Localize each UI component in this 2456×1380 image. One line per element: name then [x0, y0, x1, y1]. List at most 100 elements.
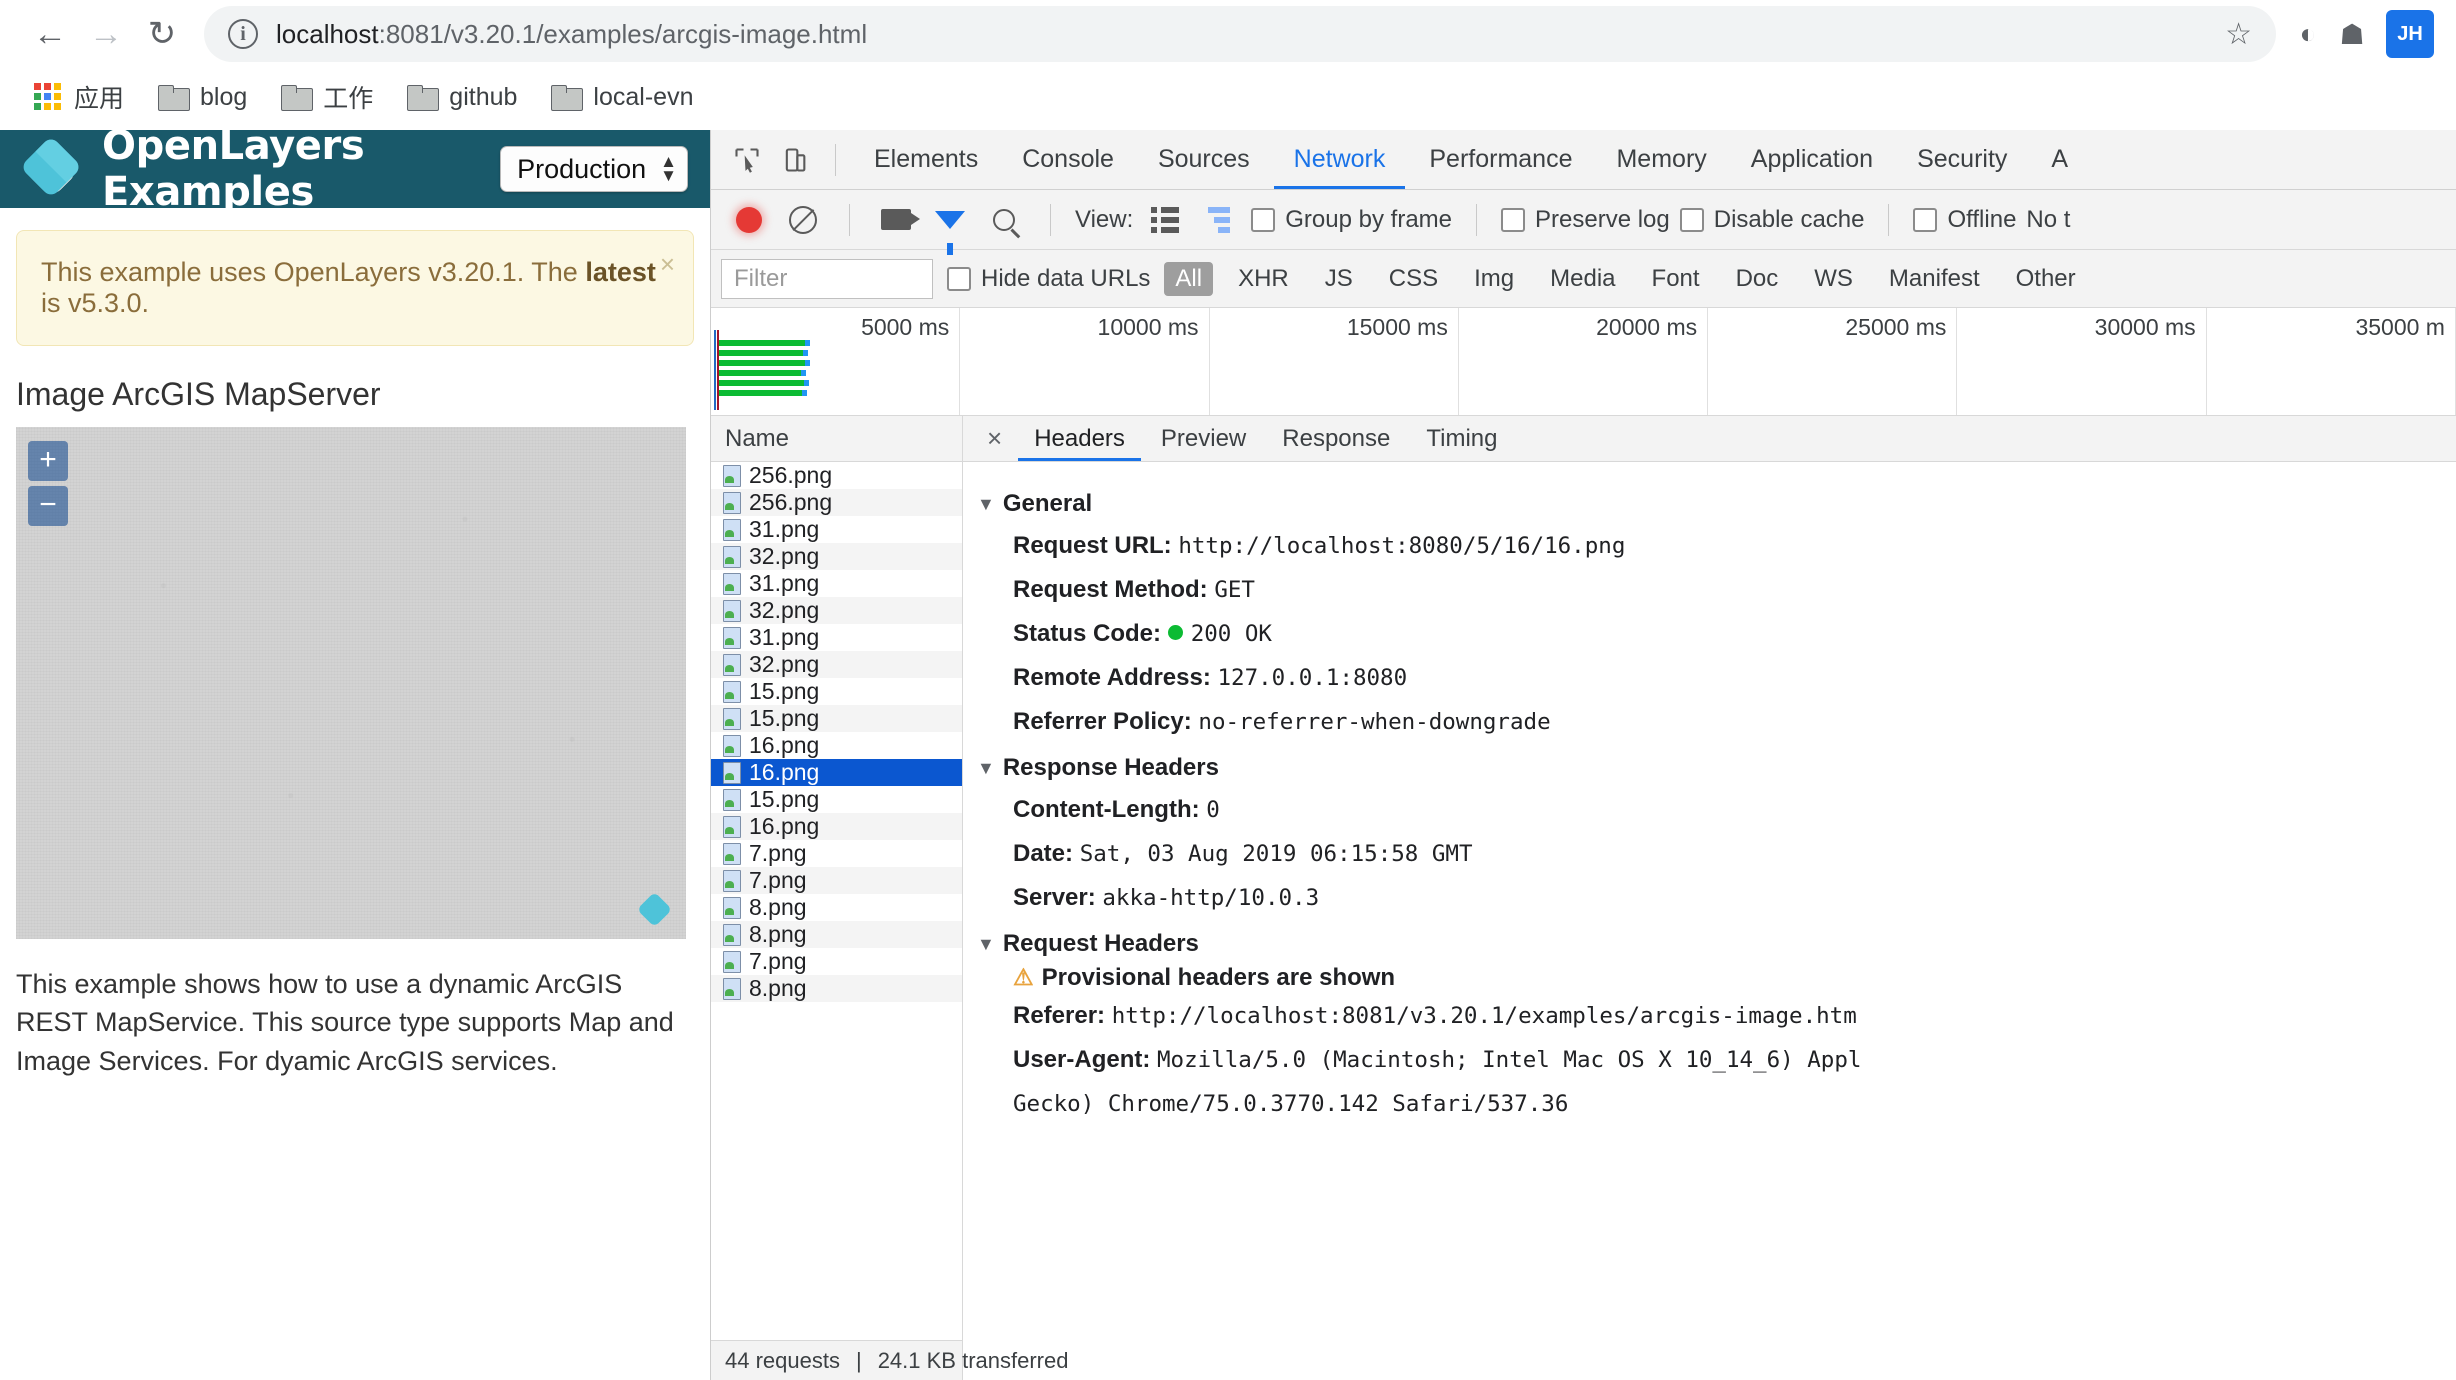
tab-audits[interactable]: A: [2031, 131, 2088, 189]
type-filter-ws[interactable]: WS: [1803, 262, 1864, 296]
search-icon[interactable]: [982, 198, 1026, 242]
banner-latest-link[interactable]: latest: [585, 257, 656, 287]
address-bar[interactable]: i localhost:8081/v3.20.1/examples/arcgis…: [204, 6, 2276, 62]
request-row[interactable]: 15.png: [711, 786, 962, 813]
type-filter-font[interactable]: Font: [1641, 262, 1711, 296]
headers-section-title[interactable]: ▼Request Headers: [977, 930, 2456, 958]
tab-response[interactable]: Response: [1266, 416, 1406, 461]
group-by-frame-checkbox[interactable]: Group by frame: [1251, 206, 1452, 234]
tab-application[interactable]: Application: [1731, 131, 1893, 189]
request-row[interactable]: 256.png: [711, 462, 962, 489]
tab-performance[interactable]: Performance: [1409, 131, 1592, 189]
throttling-label[interactable]: No t: [2026, 206, 2070, 234]
overview-tick: 25000 ms: [1708, 308, 1957, 415]
request-row[interactable]: 16.png: [711, 759, 962, 786]
request-row[interactable]: 31.png: [711, 624, 962, 651]
version-select-value: Production: [517, 154, 646, 185]
request-row[interactable]: 15.png: [711, 705, 962, 732]
star-icon[interactable]: ☆: [2225, 17, 2252, 52]
request-name: 7.png: [749, 948, 807, 975]
filter-input[interactable]: Filter: [721, 259, 933, 299]
image-file-icon: [721, 627, 741, 649]
type-filter-img[interactable]: Img: [1463, 262, 1525, 296]
request-row[interactable]: 31.png: [711, 570, 962, 597]
request-row[interactable]: 7.png: [711, 867, 962, 894]
funnel-icon[interactable]: [928, 198, 972, 242]
tab-preview[interactable]: Preview: [1145, 416, 1262, 461]
request-list: Name 256.png256.png31.png32.png31.png32.…: [711, 416, 963, 1380]
request-name: 32.png: [749, 543, 819, 570]
waterfall-view-icon[interactable]: [1197, 198, 1241, 242]
extension-icon-1[interactable]: ◐: [2286, 12, 2330, 56]
hide-data-urls-checkbox[interactable]: Hide data URLs: [947, 265, 1150, 293]
request-row[interactable]: 7.png: [711, 840, 962, 867]
type-filter-css[interactable]: CSS: [1378, 262, 1449, 296]
column-header-name[interactable]: Name: [711, 416, 962, 462]
preserve-log-checkbox[interactable]: Preserve log: [1501, 206, 1670, 234]
request-row[interactable]: 32.png: [711, 543, 962, 570]
tab-network[interactable]: Network: [1274, 131, 1406, 189]
type-filter-media[interactable]: Media: [1539, 262, 1626, 296]
request-row[interactable]: 8.png: [711, 894, 962, 921]
tab-memory[interactable]: Memory: [1596, 131, 1726, 189]
type-filter-other[interactable]: Other: [2005, 262, 2087, 296]
type-filter-xhr[interactable]: XHR: [1227, 262, 1300, 296]
avatar[interactable]: JH: [2386, 10, 2434, 58]
record-button-icon[interactable]: [727, 198, 771, 242]
zoom-out-button[interactable]: −: [28, 486, 68, 526]
section-label: General: [1003, 490, 1092, 518]
header-value: http://localhost:8081/v3.20.1/examples/a…: [1112, 1003, 1857, 1029]
request-row[interactable]: 15.png: [711, 678, 962, 705]
reload-icon[interactable]: ↻: [134, 6, 190, 62]
tab-sources[interactable]: Sources: [1138, 131, 1270, 189]
forward-arrow-icon[interactable]: →: [78, 6, 134, 62]
zoom-in-button[interactable]: +: [28, 441, 68, 481]
map-canvas[interactable]: + −: [16, 427, 686, 939]
bookmark-github[interactable]: github: [393, 77, 531, 118]
request-row[interactable]: 16.png: [711, 813, 962, 840]
disable-cache-checkbox[interactable]: Disable cache: [1680, 206, 1865, 234]
tab-console[interactable]: Console: [1002, 131, 1134, 189]
type-filter-manifest[interactable]: Manifest: [1878, 262, 1991, 296]
headers-section-title[interactable]: ▼Response Headers: [977, 754, 2456, 782]
offline-checkbox[interactable]: Offline: [1913, 206, 2016, 234]
request-name: 8.png: [749, 921, 807, 948]
close-icon[interactable]: ×: [975, 423, 1014, 454]
tab-timing[interactable]: Timing: [1410, 416, 1513, 461]
image-file-icon: [721, 762, 741, 784]
version-select[interactable]: Production ▲▼: [500, 146, 688, 192]
back-arrow-icon[interactable]: ←: [22, 6, 78, 62]
headers-section-title[interactable]: ▼General: [977, 490, 2456, 518]
attribution-logo-icon[interactable]: [638, 893, 672, 927]
bookmark-work[interactable]: 工作: [267, 73, 387, 121]
bookmark-apps[interactable]: 应用: [20, 73, 138, 121]
type-filter-all[interactable]: All: [1164, 262, 1213, 296]
type-filter-js[interactable]: JS: [1314, 262, 1364, 296]
clear-icon[interactable]: [781, 198, 825, 242]
request-row[interactable]: 32.png: [711, 651, 962, 678]
info-circle-icon[interactable]: i: [228, 19, 258, 49]
network-overview-timeline[interactable]: 5000 ms 10000 ms 15000 ms 20000 ms 25000…: [711, 308, 2456, 416]
request-row[interactable]: 8.png: [711, 975, 962, 1002]
list-view-icon[interactable]: [1143, 198, 1187, 242]
request-row[interactable]: 256.png: [711, 489, 962, 516]
inspect-element-icon[interactable]: [725, 138, 769, 182]
request-row[interactable]: 16.png: [711, 732, 962, 759]
header-row: Status Code: 200 OK: [977, 612, 2456, 656]
type-filter-doc[interactable]: Doc: [1725, 262, 1790, 296]
tab-elements[interactable]: Elements: [854, 131, 998, 189]
camera-icon[interactable]: [874, 198, 918, 242]
request-row[interactable]: 31.png: [711, 516, 962, 543]
request-row[interactable]: 32.png: [711, 597, 962, 624]
bookmark-local-evn[interactable]: local-evn: [537, 77, 707, 118]
network-filter-bar: Filter Hide data URLs All XHR JS CSS Img…: [711, 250, 2456, 308]
tab-security[interactable]: Security: [1897, 131, 2027, 189]
request-row[interactable]: 7.png: [711, 948, 962, 975]
bookmark-blog[interactable]: blog: [144, 77, 261, 118]
request-row[interactable]: 8.png: [711, 921, 962, 948]
close-icon[interactable]: ×: [660, 249, 675, 280]
extension-icon-2[interactable]: ☗: [2330, 12, 2374, 56]
image-file-icon: [721, 924, 741, 946]
device-toolbar-icon[interactable]: [773, 138, 817, 182]
tab-headers[interactable]: Headers: [1018, 416, 1141, 461]
